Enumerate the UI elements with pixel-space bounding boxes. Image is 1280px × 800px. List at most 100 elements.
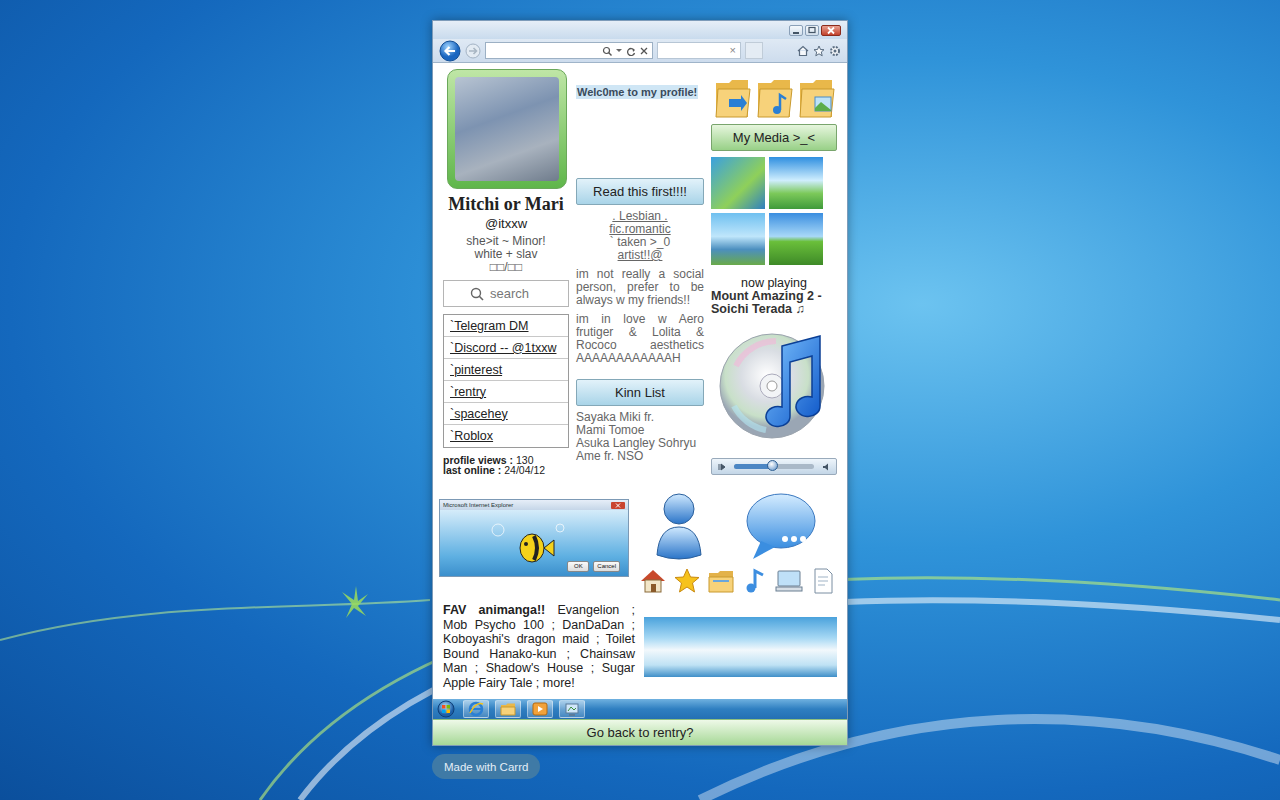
link-label[interactable]: `Roblox (450, 429, 493, 443)
link-item[interactable]: `spacehey (444, 403, 568, 425)
chat-bubble-icon[interactable] (745, 491, 817, 561)
stat-label: last online : (443, 464, 501, 476)
avatar-frame (447, 69, 567, 189)
navigation-bar: × (433, 39, 847, 63)
now-playing-label: now playing (711, 277, 837, 290)
tag-list: . Lesbian .fic.romantic` taken >_0artist… (576, 210, 704, 262)
taskbar-button[interactable] (559, 700, 585, 718)
link-list: `Telegram DM `Discord -- @1txxw `pinterest… (443, 314, 569, 448)
previous-icon[interactable] (718, 463, 726, 471)
profile-handle: @itxxw (443, 216, 569, 232)
folder-icon[interactable] (707, 567, 735, 595)
music-note-icon[interactable] (741, 567, 769, 595)
dialog-button[interactable]: OK (567, 561, 589, 572)
media-player-bar (711, 458, 837, 475)
media-photo[interactable] (711, 213, 765, 265)
kinn-list: Sayaka Miki fr.Mami TomoeAsuka Langley S… (576, 411, 704, 463)
link-label[interactable]: `spacehey (450, 407, 508, 421)
kinn-item: Sayaka Miki fr. (576, 411, 704, 424)
music-cd-icon[interactable] (716, 326, 832, 444)
welcome-text: Welc0me to my profile! (576, 85, 698, 99)
media-photo[interactable] (711, 157, 765, 209)
taskbar (433, 699, 847, 719)
volume-icon[interactable] (822, 463, 830, 471)
search-box[interactable] (443, 280, 569, 307)
link-item[interactable]: `Telegram DM (444, 315, 568, 337)
explorer-folder-icon (500, 701, 516, 717)
about-column: Welc0me to my profile! Read this first!!!… (576, 69, 704, 475)
kinn-item: Mami Tomoe (576, 424, 704, 437)
music-player-art (711, 326, 837, 444)
favorites-row: FAV animanga!! Evangelion ; Mob Psycho 1… (443, 603, 837, 690)
shortcut-folder-icon[interactable] (713, 75, 751, 119)
favorites-label: FAV animanga!! (443, 603, 545, 617)
address-field[interactable] (485, 42, 653, 59)
decor-row: Microsoft Internet Explorer OK Cancel (443, 489, 837, 595)
link-label[interactable]: `Discord -- @1txxw (450, 341, 556, 355)
profile-name: Mitchi or Mari (443, 194, 569, 215)
gear-icon[interactable] (829, 45, 841, 57)
taskbar-button[interactable] (463, 700, 489, 718)
dialog-title-bar: Microsoft Internet Explorer (440, 500, 628, 510)
fish-icon (490, 522, 570, 566)
media-player-icon (532, 701, 548, 717)
start-button[interactable] (435, 700, 457, 718)
tab-close-button[interactable]: × (730, 45, 736, 56)
link-item[interactable]: `pinterest (444, 359, 568, 381)
new-tab-button[interactable] (745, 42, 763, 59)
dialog-window: Microsoft Internet Explorer OK Cancel (439, 499, 629, 577)
link-item[interactable]: `rentry (444, 381, 568, 403)
now-playing-track: Mount Amazing 2 - Soichi Terada ♫ (711, 290, 837, 316)
messenger-buddy-icon[interactable] (649, 489, 709, 561)
link-label[interactable]: `pinterest (450, 363, 502, 377)
read-first-button[interactable]: Read this first!!!! (576, 178, 704, 205)
profile-columns: Mitchi or Mari@itxxwshe>it ~ Minor!white… (443, 69, 837, 475)
media-photo[interactable] (769, 157, 823, 209)
profile-stats: profile views : 130last online : 24/04/1… (443, 455, 569, 475)
maximize-button[interactable] (805, 25, 819, 36)
star-icon[interactable] (673, 567, 701, 595)
dialog-body: OK Cancel (440, 510, 628, 576)
house-icon[interactable] (639, 567, 667, 595)
kinn-list-button[interactable]: Kinn List (576, 379, 704, 406)
star-icon[interactable] (813, 45, 825, 57)
about-paragraph: im in love w Aero frutiger & Lolita & Ro… (576, 313, 704, 365)
stat-row: profile views : 130 (443, 455, 569, 465)
dialog-close-icon[interactable] (611, 502, 625, 509)
taskbar-button[interactable] (495, 700, 521, 718)
pictures-folder-icon[interactable] (797, 75, 835, 119)
tag-item[interactable]: . Lesbian . (576, 210, 704, 223)
link-item[interactable]: `Roblox (444, 425, 568, 447)
back-arrow-icon[interactable] (439, 40, 461, 62)
media-photo[interactable] (769, 213, 823, 265)
back-to-rentry-button[interactable]: Go back to rentry? (433, 719, 847, 745)
stat-value: 24/04/12 (504, 464, 545, 476)
close-button[interactable] (821, 25, 841, 36)
laptop-icon[interactable] (775, 567, 803, 595)
made-with-carrd-badge[interactable]: Made with Carrd (432, 754, 540, 779)
kinn-item: Asuka Langley Sohryu (576, 437, 704, 450)
home-icon[interactable] (797, 45, 809, 57)
my-media-button[interactable]: My Media >_< (711, 124, 837, 151)
link-label[interactable]: `Telegram DM (450, 319, 529, 333)
music-folder-icon[interactable] (755, 75, 793, 119)
tag-item[interactable]: artist!!@ (576, 249, 704, 262)
browser-tab[interactable]: × (657, 42, 741, 59)
minimize-button[interactable] (789, 25, 803, 36)
document-icon[interactable] (809, 567, 837, 595)
minimize-icon (790, 26, 802, 35)
profile-page: Mitchi or Mari@itxxwshe>it ~ Minor!white… (433, 63, 847, 699)
forward-arrow-icon[interactable] (465, 43, 481, 59)
big-icons (649, 489, 817, 561)
link-item[interactable]: `Discord -- @1txxw (444, 337, 568, 359)
seek-track[interactable] (734, 464, 814, 469)
seek-knob[interactable] (767, 460, 778, 471)
kinn-item: Ame fr. NSO (576, 450, 704, 463)
taskbar-button[interactable] (527, 700, 553, 718)
search-input[interactable] (490, 286, 542, 301)
dialog-button[interactable]: Cancel (593, 561, 620, 572)
dialog-title: Microsoft Internet Explorer (443, 502, 513, 508)
bio-line: □□/□□ (443, 261, 569, 274)
link-label[interactable]: `rentry (450, 385, 486, 399)
tag-item[interactable]: fic.romantic (576, 223, 704, 236)
